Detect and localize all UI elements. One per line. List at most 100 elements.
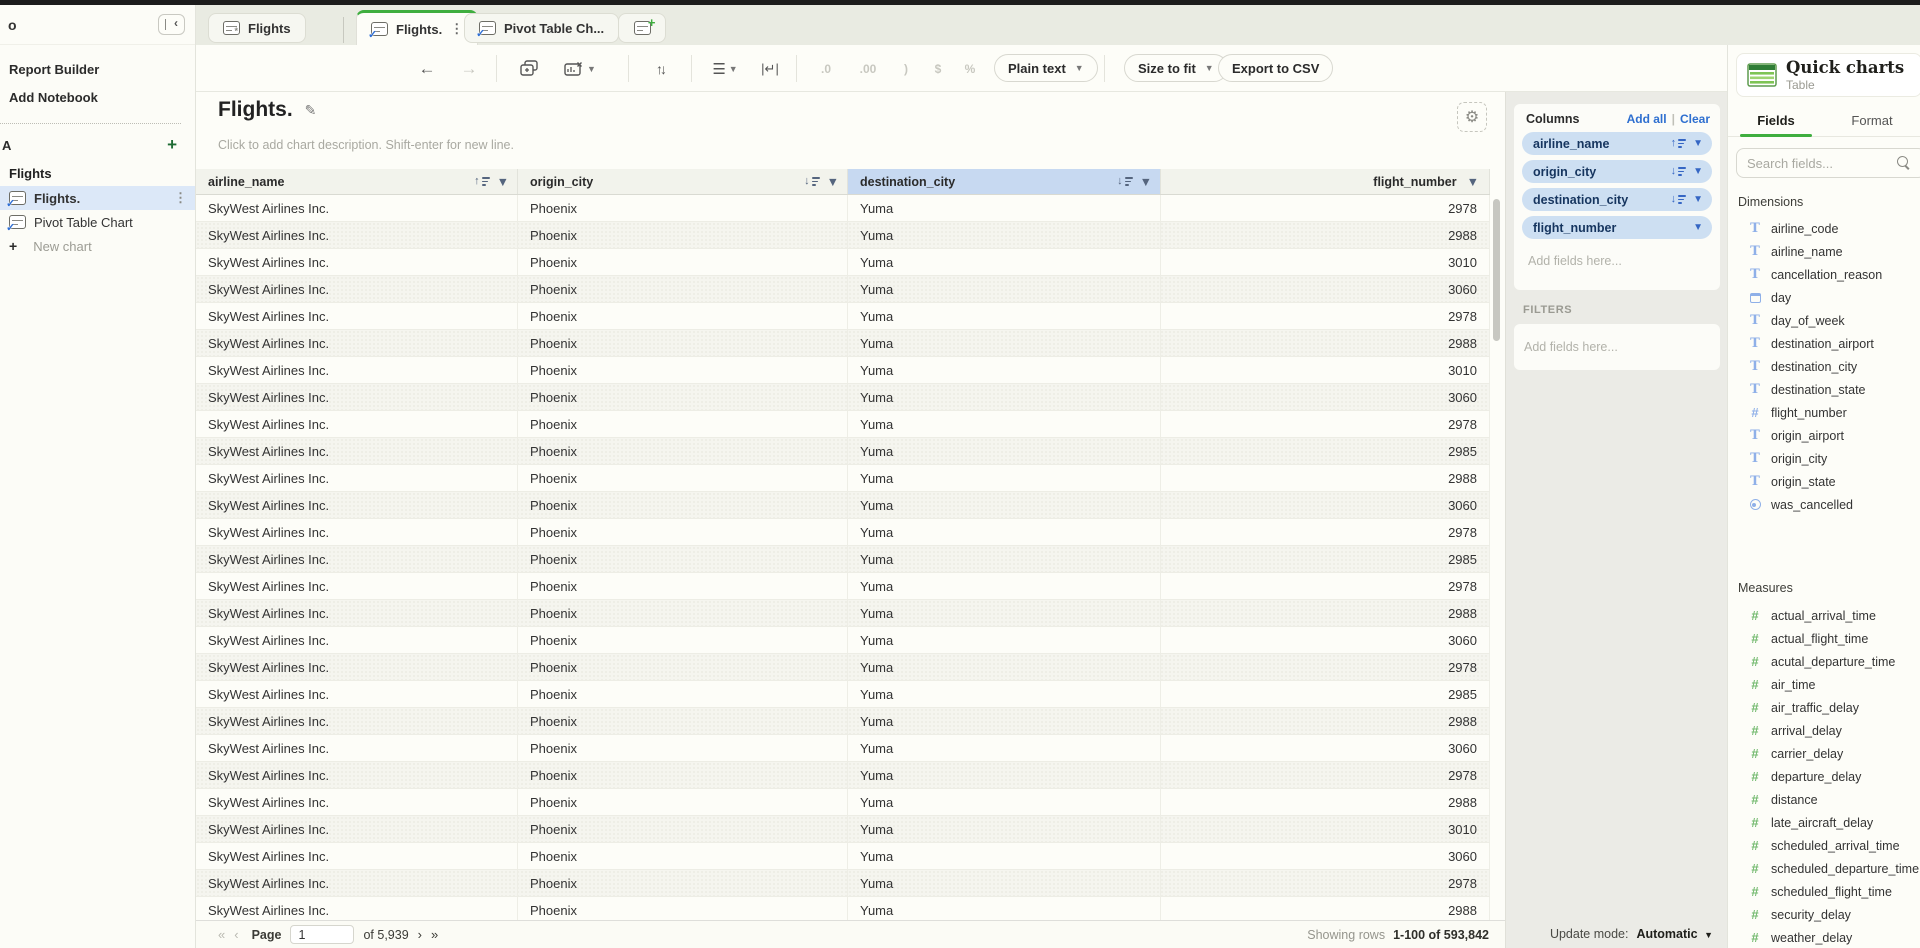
table-cell[interactable]: 2988 [1161, 789, 1490, 815]
table-cell[interactable]: SkyWest Airlines Inc. [196, 465, 518, 491]
update-mode-select[interactable]: Automatic ▼ [1636, 927, 1713, 941]
dimension-airline_name[interactable]: T airline_name [1728, 240, 1920, 263]
dimension-origin_state[interactable]: T origin_state [1728, 470, 1920, 493]
measure-scheduled_departure_time[interactable]: # scheduled_departure_time [1728, 857, 1920, 880]
export-csv-button[interactable]: Export to CSV [1218, 54, 1333, 82]
dimension-origin_city[interactable]: T origin_city [1728, 447, 1920, 470]
redo-forward-button[interactable]: → [453, 45, 485, 92]
table-cell[interactable]: SkyWest Airlines Inc. [196, 735, 518, 761]
measure-actual_flight_time[interactable]: # actual_flight_time [1728, 627, 1920, 650]
dimension-destination_state[interactable]: T destination_state [1728, 378, 1920, 401]
table-cell[interactable]: 2978 [1161, 870, 1490, 896]
table-cell[interactable]: SkyWest Airlines Inc. [196, 708, 518, 734]
dimension-airline_code[interactable]: T airline_code [1728, 217, 1920, 240]
table-cell[interactable]: 2988 [1161, 330, 1490, 356]
sort-rows-button[interactable]: ↑↓ [642, 45, 678, 92]
measure-distance[interactable]: # distance [1728, 788, 1920, 811]
measure-weather_delay[interactable]: # weather_delay [1728, 926, 1920, 948]
table-cell[interactable]: Phoenix [518, 195, 848, 221]
parentheses-format-icon[interactable]: ) [892, 45, 920, 92]
table-cell[interactable]: Phoenix [518, 465, 848, 491]
clear-link[interactable]: Clear [1680, 112, 1710, 126]
table-cell[interactable]: 3010 [1161, 357, 1490, 383]
column-pill-origin_city[interactable]: origin_city ↓▼ [1522, 160, 1712, 183]
table-cell[interactable]: Phoenix [518, 492, 848, 518]
table-cell[interactable]: Phoenix [518, 546, 848, 572]
table-cell[interactable]: 3060 [1161, 384, 1490, 410]
measure-departure_delay[interactable]: # departure_delay [1728, 765, 1920, 788]
table-cell[interactable]: SkyWest Airlines Inc. [196, 222, 518, 248]
measure-air_traffic_delay[interactable]: # air_traffic_delay [1728, 696, 1920, 719]
tab-flights-chart-active[interactable]: ✓ Flights. ⋮ [356, 10, 478, 45]
table-cell[interactable]: 2978 [1161, 519, 1490, 545]
sidebar-chart-pivot-table[interactable]: ✓ Pivot Table Chart [0, 210, 195, 234]
table-cell[interactable]: Phoenix [518, 843, 848, 869]
table-cell[interactable]: 2985 [1161, 681, 1490, 707]
table-cell[interactable]: Yuma [848, 195, 1161, 221]
edit-title-pencil-icon[interactable]: ✎ [305, 102, 317, 119]
decimal-increase-icon[interactable]: .00 [848, 45, 888, 92]
table-cell[interactable]: SkyWest Airlines Inc. [196, 249, 518, 275]
table-cell[interactable]: Yuma [848, 465, 1161, 491]
table-cell[interactable]: Phoenix [518, 789, 848, 815]
table-cell[interactable]: Phoenix [518, 303, 848, 329]
table-cell[interactable]: Yuma [848, 303, 1161, 329]
sidebar-chart-flights[interactable]: ✓ Flights. ⋮ [0, 186, 195, 210]
delete-chart-button[interactable]: ▼ [554, 45, 606, 92]
table-cell[interactable]: Yuma [848, 492, 1161, 518]
table-cell[interactable]: Phoenix [518, 519, 848, 545]
dimension-flight_number[interactable]: # flight_number [1728, 401, 1920, 424]
dimension-day[interactable]: day [1728, 286, 1920, 309]
table-cell[interactable]: Phoenix [518, 357, 848, 383]
sidebar-dataset-flights[interactable]: Flights [0, 160, 195, 186]
table-cell[interactable]: Phoenix [518, 681, 848, 707]
text-wrap-button[interactable]: |↵| [752, 45, 788, 92]
table-cell[interactable]: 2988 [1161, 897, 1490, 920]
table-cell[interactable]: Yuma [848, 897, 1161, 920]
table-cell[interactable]: SkyWest Airlines Inc. [196, 897, 518, 920]
table-cell[interactable]: Phoenix [518, 654, 848, 680]
table-cell[interactable]: SkyWest Airlines Inc. [196, 546, 518, 572]
columns-add-fields-placeholder[interactable]: Add fields here... [1522, 244, 1712, 278]
column-header-airline_name[interactable]: airline_name ↑▼ [196, 169, 518, 194]
dimension-cancellation_reason[interactable]: T cancellation_reason [1728, 263, 1920, 286]
measure-scheduled_flight_time[interactable]: # scheduled_flight_time [1728, 880, 1920, 903]
dimension-origin_airport[interactable]: T origin_airport [1728, 424, 1920, 447]
table-cell[interactable]: SkyWest Airlines Inc. [196, 492, 518, 518]
table-cell[interactable]: Phoenix [518, 411, 848, 437]
table-cell[interactable]: Yuma [848, 411, 1161, 437]
table-cell[interactable]: 2978 [1161, 303, 1490, 329]
column-header-flight_number[interactable]: flight_number ▼ [1161, 169, 1490, 194]
size-to-fit-select[interactable]: Size to fit ▼ [1124, 54, 1228, 82]
table-cell[interactable]: Yuma [848, 816, 1161, 842]
table-cell[interactable]: SkyWest Airlines Inc. [196, 654, 518, 680]
table-cell[interactable]: 2988 [1161, 708, 1490, 734]
table-cell[interactable]: Yuma [848, 627, 1161, 653]
first-page-icon[interactable]: « [218, 927, 225, 942]
undo-back-button[interactable]: ← [411, 45, 443, 92]
format-type-select[interactable]: Plain text ▼ [994, 54, 1098, 82]
add-all-link[interactable]: Add all [1627, 112, 1667, 126]
table-cell[interactable]: Yuma [848, 762, 1161, 788]
table-cell[interactable]: Yuma [848, 600, 1161, 626]
decimal-decrease-icon[interactable]: .0 [808, 45, 844, 92]
add-dataset-button[interactable]: + [167, 135, 177, 155]
table-cell[interactable]: Yuma [848, 438, 1161, 464]
sidebar-collapse-button[interactable]: ‹ [158, 14, 185, 35]
measure-carrier_delay[interactable]: # carrier_delay [1728, 742, 1920, 765]
table-cell[interactable]: SkyWest Airlines Inc. [196, 762, 518, 788]
table-cell[interactable]: Yuma [848, 789, 1161, 815]
prev-page-icon[interactable]: ‹ [234, 927, 238, 942]
table-cell[interactable]: Yuma [848, 735, 1161, 761]
sidebar-new-chart-button[interactable]: + New chart [0, 234, 195, 258]
table-cell[interactable]: SkyWest Airlines Inc. [196, 438, 518, 464]
table-cell[interactable]: SkyWest Airlines Inc. [196, 195, 518, 221]
tab-pivot-table-chart[interactable]: ✓ Pivot Table Ch... [464, 13, 619, 43]
last-page-icon[interactable]: » [431, 927, 438, 942]
table-cell[interactable]: SkyWest Airlines Inc. [196, 519, 518, 545]
table-cell[interactable]: Yuma [848, 249, 1161, 275]
sidebar-item-add-notebook[interactable]: Add Notebook [0, 83, 195, 111]
table-cell[interactable]: SkyWest Airlines Inc. [196, 303, 518, 329]
duplicate-chart-button[interactable] [511, 45, 547, 92]
table-cell[interactable]: 3060 [1161, 492, 1490, 518]
